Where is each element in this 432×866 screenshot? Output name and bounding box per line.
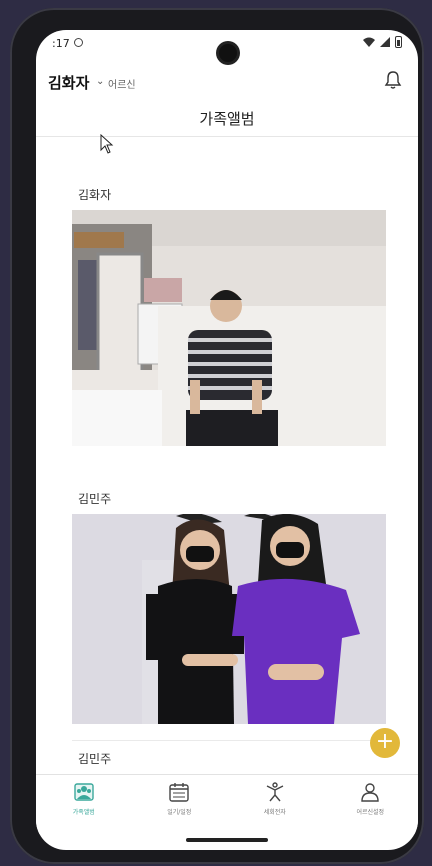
album-feed[interactable]: 김화자 김민주 김민주: [36, 138, 418, 770]
family-album-icon: [74, 783, 94, 801]
stretch-person-icon: [266, 782, 284, 802]
divider: [72, 740, 386, 741]
nav-label: 어르신설정: [356, 809, 385, 816]
mouse-cursor-icon: [100, 134, 114, 154]
user-role: 어르신: [108, 80, 136, 91]
bell-icon[interactable]: [384, 70, 402, 90]
person-settings-icon: [361, 783, 379, 802]
divider: [36, 136, 418, 137]
status-icons: [363, 36, 402, 48]
battery-icon: [395, 36, 402, 48]
signal-icon: [380, 37, 390, 47]
album-author-name: 김민주: [78, 752, 112, 766]
add-photo-button[interactable]: +: [370, 728, 400, 758]
nav-item-settings[interactable]: 어르신설정: [323, 775, 419, 834]
album-author-name: 김화자: [78, 188, 112, 202]
home-indicator[interactable]: [186, 838, 268, 842]
top-bar: 김화자 ⌄ 어르신: [36, 66, 418, 96]
app-screen: :17 김화자 ⌄ 어르신 가족앨범 김화자 김민주 김민주 + 가족앨범 일기…: [36, 30, 418, 850]
wifi-icon: [363, 37, 375, 47]
nav-item-diary-schedule[interactable]: 일기/일정: [132, 775, 228, 834]
nav-item-family-album[interactable]: 가족앨범: [36, 775, 132, 834]
album-photo[interactable]: [72, 514, 386, 724]
status-bar: :17: [36, 30, 418, 62]
nav-label: 세회전자: [263, 809, 286, 816]
nav-label: 가족앨범: [72, 809, 95, 816]
album-photo[interactable]: [72, 210, 386, 446]
bottom-navigation: 가족앨범 일기/일정 세회전자 어르신설정: [36, 774, 418, 834]
notification-dot-icon: [74, 38, 83, 47]
photo-room-scene: [72, 210, 386, 446]
page-title: 가족앨범: [199, 110, 255, 128]
phone-frame: :17 김화자 ⌄ 어르신 가족앨범 김화자 김민주 김민주 + 가족앨범 일기…: [10, 8, 424, 864]
photo-two-people: [72, 514, 386, 724]
nav-label: 일기/일정: [167, 809, 192, 816]
status-time: :17: [52, 37, 70, 50]
calendar-icon: [169, 783, 189, 802]
nav-item-exercise[interactable]: 세회전자: [227, 775, 323, 834]
user-name-selector[interactable]: 김화자: [48, 72, 89, 93]
album-author-name: 김민주: [78, 492, 112, 506]
front-camera: [219, 44, 237, 62]
chevron-down-icon[interactable]: ⌄: [96, 76, 104, 87]
